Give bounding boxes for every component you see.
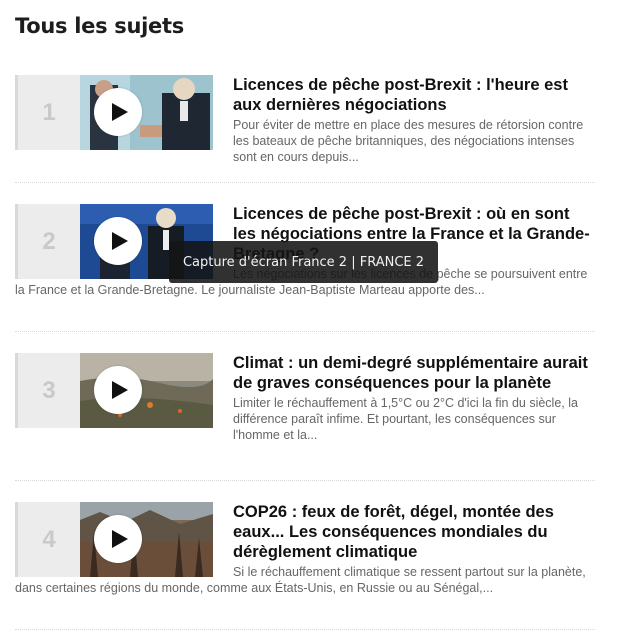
item-number: 2 — [15, 204, 80, 279]
play-icon — [111, 232, 128, 250]
list-item[interactable]: 1 Licences de pêche post-Brexit : l'heur… — [15, 75, 595, 183]
play-button[interactable] — [94, 88, 142, 136]
item-number: 1 — [15, 75, 80, 150]
video-thumbnail[interactable]: 4 — [15, 502, 213, 577]
play-icon — [111, 381, 128, 399]
play-icon — [111, 103, 128, 121]
play-icon — [111, 530, 128, 548]
video-thumbnail[interactable]: 1 — [15, 75, 213, 150]
play-button[interactable] — [94, 515, 142, 563]
image-caption-tooltip: Capture d'écran France 2 | FRANCE 2 — [169, 241, 438, 283]
play-button[interactable] — [94, 366, 142, 414]
item-number: 4 — [15, 502, 80, 577]
news-list-page: Tous les sujets 1 Licences de pêche post… — [0, 0, 635, 631]
section-title: Tous les sujets — [15, 14, 184, 38]
video-thumbnail[interactable]: 3 — [15, 353, 213, 428]
play-button[interactable] — [94, 217, 142, 265]
list-item[interactable]: 3 Climat : un demi-degré supplémentaire … — [15, 353, 595, 481]
list-item[interactable]: 4 COP26 : feux de forêt, dégel, montée d… — [15, 502, 595, 630]
item-number: 3 — [15, 353, 80, 428]
